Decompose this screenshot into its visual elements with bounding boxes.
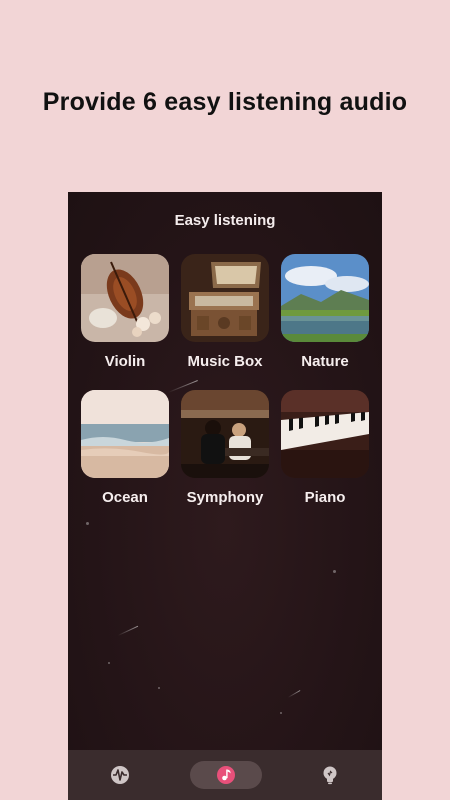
background-star — [108, 662, 110, 664]
piano-thumbnail — [281, 390, 369, 478]
symphony-thumbnail — [181, 390, 269, 478]
audio-tile-piano[interactable]: Piano — [280, 390, 370, 506]
background-streak — [117, 625, 139, 636]
audio-tile-violin[interactable]: Violin — [80, 254, 170, 370]
bottom-navigation — [68, 750, 382, 800]
page-headline: Provide 6 easy listening audio — [42, 88, 408, 116]
app-screen: Easy listening Violin Music Box Nature O… — [68, 192, 382, 800]
audio-tile-music-box[interactable]: Music Box — [180, 254, 270, 370]
tile-label: Violin — [104, 353, 146, 370]
tile-label: Symphony — [186, 489, 264, 506]
screen-title: Easy listening — [174, 212, 276, 229]
nature-thumbnail — [281, 254, 369, 342]
tile-label: Music Box — [187, 353, 263, 370]
waveform-icon — [111, 766, 129, 784]
audio-tile-ocean[interactable]: Ocean — [80, 390, 170, 506]
background-star — [333, 570, 336, 573]
nav-item-waveform[interactable] — [108, 763, 132, 787]
lightbulb-icon — [323, 766, 337, 785]
ocean-thumbnail — [81, 390, 169, 478]
background-star — [158, 687, 160, 689]
nav-item-lightbulb[interactable] — [318, 763, 342, 787]
audio-tile-nature[interactable]: Nature — [280, 254, 370, 370]
violin-thumbnail — [81, 254, 169, 342]
tile-label: Piano — [304, 489, 346, 506]
music-note-icon — [217, 766, 235, 784]
nav-item-music-active[interactable] — [190, 761, 262, 789]
background-streak — [287, 690, 301, 698]
music-box-thumbnail — [181, 254, 269, 342]
background-star — [86, 522, 89, 525]
tile-label: Nature — [301, 353, 349, 370]
audio-tile-symphony[interactable]: Symphony — [180, 390, 270, 506]
background-star — [280, 712, 282, 714]
tile-label: Ocean — [102, 489, 148, 506]
